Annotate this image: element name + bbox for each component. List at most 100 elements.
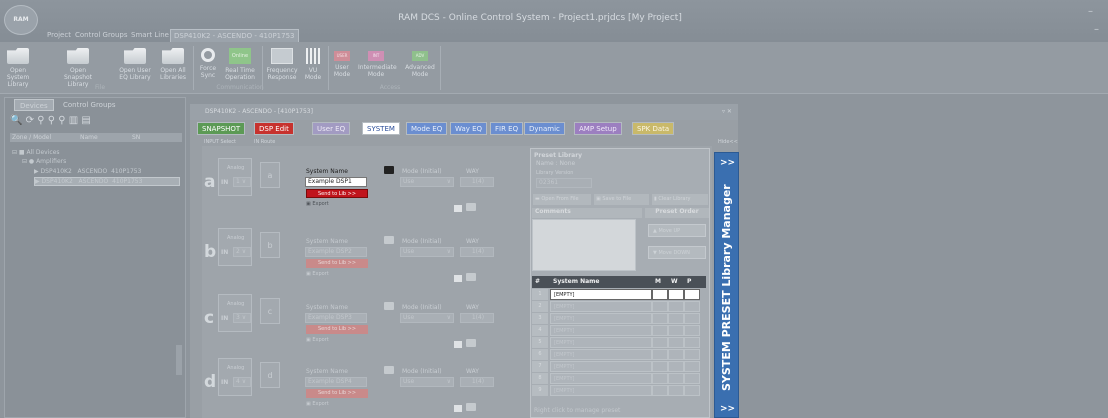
table-cell[interactable]	[668, 313, 684, 324]
table-cell[interactable]	[652, 385, 668, 396]
clear-library-button[interactable]: ▮ Clear Library	[652, 194, 708, 205]
send-to-lib-button[interactable]: Send to Lib >>	[306, 325, 368, 334]
table-cell[interactable]	[668, 289, 684, 300]
table-cell[interactable]	[668, 385, 684, 396]
table-cell[interactable]	[668, 337, 684, 348]
tree-item-device-selected[interactable]: ▶ DSP410K2 ASCENDO 410P1753	[34, 177, 180, 186]
expand-arrow-top[interactable]: >>	[720, 158, 735, 168]
table-cell[interactable]	[684, 361, 700, 372]
table-row[interactable]: [EMPTY]	[550, 325, 652, 336]
tab-mode-eq[interactable]: Mode EQ	[406, 122, 448, 135]
minimize-button[interactable]: –	[1088, 6, 1093, 17]
way-field[interactable]: 1(4)	[460, 247, 494, 257]
route-box[interactable]: d	[260, 362, 280, 388]
way-field[interactable]: 1(4)	[460, 177, 494, 187]
hide-button[interactable]: Hide<<	[718, 139, 738, 145]
mode-dropdown[interactable]: Use ∨	[400, 313, 454, 323]
export-button[interactable]: ▣ Export	[306, 201, 329, 207]
comments-textarea[interactable]	[532, 219, 636, 271]
tab-devices[interactable]: Devices	[14, 99, 54, 111]
tree-item-device[interactable]: ▶ DSP410K2 ASCENDO 410P1753	[34, 168, 180, 175]
library-version-field[interactable]: 02361	[536, 178, 592, 188]
table-row[interactable]: [EMPTY]	[550, 301, 652, 312]
close-button[interactable]: –	[1094, 24, 1099, 35]
table-row[interactable]: [EMPTY]	[550, 313, 652, 324]
way-field[interactable]: 1(4)	[460, 313, 494, 323]
tree-item-amplifiers[interactable]: ⊟ ● Amplifiers	[22, 158, 66, 165]
tree-item-all-devices[interactable]: ⊟ ■ All Devices	[12, 149, 60, 156]
table-row[interactable]: [EMPTY]	[550, 361, 652, 372]
lock-icon[interactable]	[384, 166, 394, 174]
tab-dynamic[interactable]: Dynamic	[524, 122, 565, 135]
way-field[interactable]: 1(4)	[460, 377, 494, 387]
tab-user-eq[interactable]: User EQ	[312, 122, 351, 135]
input-dropdown[interactable]: 2 ∨	[233, 247, 251, 257]
input-dropdown[interactable]: 1 ∨	[233, 177, 251, 187]
window-pin-close[interactable]: ▿ ✕	[722, 108, 732, 115]
system-name-input[interactable]: Example DSP2	[305, 247, 367, 257]
table-row[interactable]: [EMPTY]	[550, 349, 652, 360]
frequency-response-button[interactable]: Frequency Response	[264, 46, 300, 92]
table-cell[interactable]	[652, 349, 668, 360]
tab-snapshot[interactable]: SNAPSHOT	[197, 122, 246, 135]
lock-icon[interactable]	[466, 273, 476, 281]
export-button[interactable]: ▣ Export	[306, 337, 329, 343]
table-row[interactable]: [EMPTY]	[550, 385, 652, 396]
location-icon[interactable]: ⚲	[37, 115, 44, 126]
checkbox[interactable]	[454, 205, 462, 212]
move-down-button[interactable]: ▼ Move DOWN	[648, 246, 706, 259]
table-cell[interactable]	[684, 373, 700, 384]
user-mode-button[interactable]: USER User Mode	[331, 46, 353, 92]
table-cell[interactable]	[652, 361, 668, 372]
refresh-icon[interactable]: ⟳	[26, 115, 34, 126]
split-view-icon[interactable]: ▥	[69, 115, 78, 126]
table-cell[interactable]	[684, 313, 700, 324]
tab-spk-data[interactable]: SPK Data	[632, 122, 675, 135]
move-up-button[interactable]: ▲ Move UP	[648, 224, 706, 237]
checkbox[interactable]	[454, 341, 462, 348]
search-icon[interactable]: 🔍	[10, 115, 22, 126]
send-to-lib-button[interactable]: Send to Lib >>	[306, 189, 368, 198]
menu-tab-smart-line[interactable]: Smart Line	[128, 29, 172, 42]
vu-mode-button[interactable]: VU Mode	[302, 46, 324, 92]
tab-fir-eq[interactable]: FIR EQ	[490, 122, 524, 135]
expand-arrow-bottom[interactable]: >>	[720, 404, 735, 414]
table-cell[interactable]	[668, 349, 684, 360]
save-to-file-button[interactable]: ▣ Save to File	[594, 194, 649, 205]
open-all-libraries-button[interactable]: Open All Libraries	[156, 46, 190, 92]
splitter-handle[interactable]	[176, 345, 182, 375]
table-cell[interactable]	[684, 337, 700, 348]
mode-dropdown[interactable]: Use ∨	[400, 247, 454, 257]
table-cell[interactable]	[652, 325, 668, 336]
location-icon[interactable]: ⚲	[58, 115, 65, 126]
lock-icon[interactable]	[384, 302, 394, 310]
open-from-file-button[interactable]: ▬ Open From File	[533, 194, 591, 205]
table-cell[interactable]	[652, 313, 668, 324]
send-to-lib-button[interactable]: Send to Lib >>	[306, 389, 368, 398]
lock-icon[interactable]	[466, 403, 476, 411]
table-cell[interactable]	[668, 361, 684, 372]
table-row[interactable]: [EMPTY]	[550, 289, 652, 300]
mode-dropdown[interactable]: Use ∨	[400, 377, 454, 387]
menu-tab-control-groups[interactable]: Control Groups	[72, 29, 131, 42]
mode-dropdown[interactable]: Use ∨	[400, 177, 454, 187]
system-name-input[interactable]: Example DSP1	[305, 177, 367, 187]
lock-icon[interactable]	[384, 366, 394, 374]
table-cell[interactable]	[668, 301, 684, 312]
table-cell[interactable]	[684, 349, 700, 360]
table-cell[interactable]	[684, 301, 700, 312]
checkbox[interactable]	[454, 405, 462, 412]
filter-icon[interactable]: ▤	[81, 115, 90, 126]
table-cell[interactable]	[684, 289, 700, 300]
tab-control-groups[interactable]: Control Groups	[58, 99, 121, 111]
lock-icon[interactable]	[384, 236, 394, 244]
table-cell[interactable]	[652, 301, 668, 312]
open-user-eq-library-button[interactable]: Open User EQ Library	[115, 46, 155, 92]
lock-icon[interactable]	[466, 203, 476, 211]
route-box[interactable]: c	[260, 298, 280, 324]
export-button[interactable]: ▣ Export	[306, 401, 329, 407]
send-to-lib-button[interactable]: Send to Lib >>	[306, 259, 368, 268]
table-cell[interactable]	[652, 289, 668, 300]
table-cell[interactable]	[668, 373, 684, 384]
export-button[interactable]: ▣ Export	[306, 271, 329, 277]
